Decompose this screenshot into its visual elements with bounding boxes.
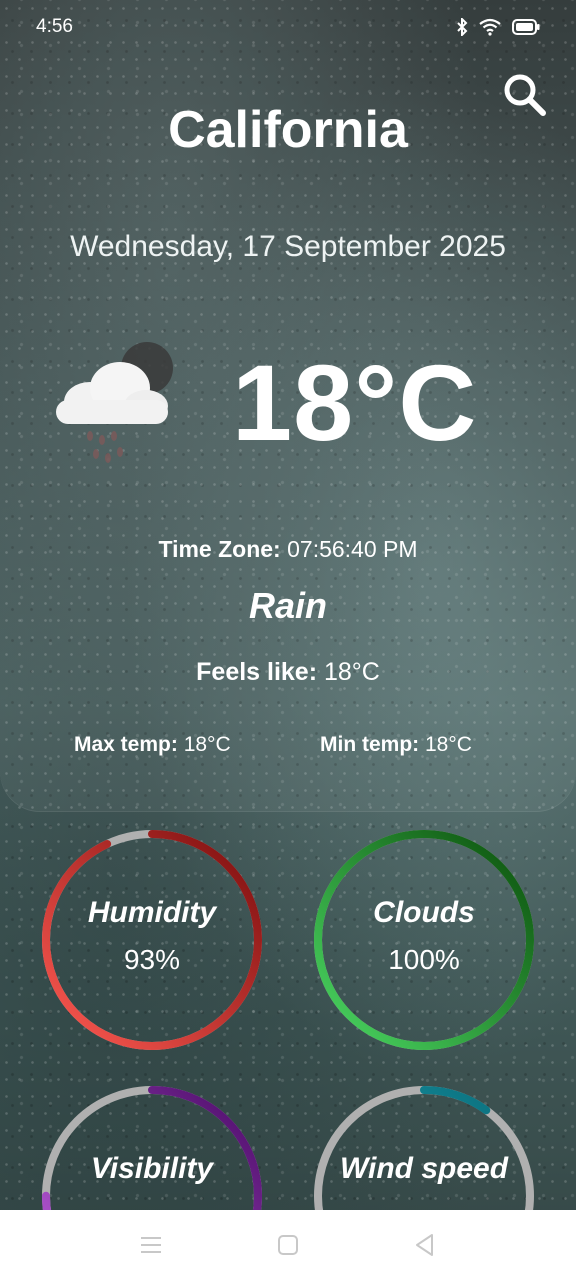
feels-like-label: Feels like: <box>196 658 318 686</box>
back-button[interactable] <box>410 1230 440 1260</box>
status-icons <box>456 16 540 41</box>
max-temp: Max temp: 18°C <box>74 733 231 757</box>
min-temp: Min temp: 18°C <box>320 733 472 757</box>
status-time: 4:56 <box>36 16 73 37</box>
max-temp-value: 18°C <box>177 733 231 756</box>
min-temp-value: 18°C <box>419 733 472 756</box>
clouds-label: Clouds <box>373 896 475 929</box>
city-name: California <box>168 101 408 159</box>
current-date: Wednesday, 17 September 2025 <box>70 230 506 263</box>
wind-speed-label: Wind speed <box>339 1152 509 1185</box>
current-temperature: 18°C <box>232 342 478 463</box>
clouds-gauge: Clouds 100% <box>312 828 536 1052</box>
clouds-ring <box>314 830 534 1050</box>
gauge-fill <box>314 830 534 1050</box>
time-zone-line: Time Zone: 07:56:40 PM <box>0 536 576 563</box>
time-zone-value: 07:56:40 PM <box>280 536 418 562</box>
back-icon <box>410 1234 440 1264</box>
menu-button[interactable] <box>136 1230 166 1260</box>
home-icon <box>273 1235 303 1264</box>
navigation-bar <box>0 1210 576 1280</box>
weather-condition: Rain <box>248 585 327 626</box>
battery-icon <box>512 19 540 40</box>
status-bar: 4:56 <box>0 0 576 58</box>
clouds-value: 100% <box>388 944 460 975</box>
home-button[interactable] <box>273 1230 303 1260</box>
time-zone-label: Time Zone: <box>158 536 281 562</box>
feels-like-line: Feels like: 18°C <box>0 658 576 687</box>
visibility-label: Visibility <box>90 1152 214 1185</box>
max-temp-label: Max temp: <box>74 733 178 756</box>
rain-cloud-icon <box>50 340 180 470</box>
humidity-gauge: Humidity 93% <box>40 828 264 1052</box>
gauge-fill <box>42 830 262 1050</box>
humidity-ring <box>42 830 262 1050</box>
min-temp-label: Min temp: <box>320 733 420 756</box>
bluetooth-icon <box>456 16 468 41</box>
wifi-icon <box>478 18 502 41</box>
menu-icon <box>136 1237 166 1264</box>
humidity-label: Humidity <box>87 896 217 929</box>
feels-like-value: 18°C <box>317 658 380 686</box>
weather-screen: 4:56 California Wednesday, 17 September … <box>0 0 576 1280</box>
humidity-value: 93% <box>123 944 181 975</box>
